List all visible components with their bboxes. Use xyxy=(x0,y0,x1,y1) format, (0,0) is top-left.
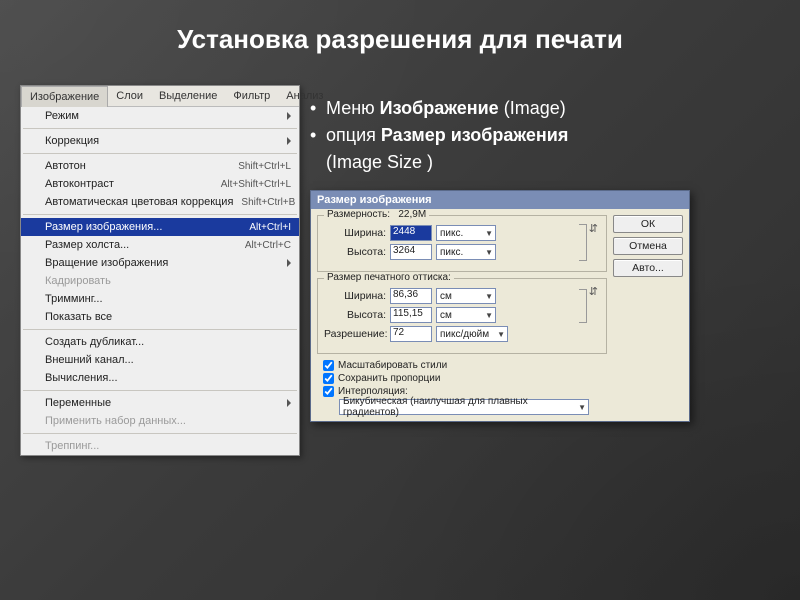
menu-shortcut: Alt+Ctrl+C xyxy=(237,240,291,251)
menubar-item-filter[interactable]: Фильтр xyxy=(225,86,278,106)
image-size-dialog: Размер изображения Размерность: 22,9M Ши… xyxy=(310,190,690,422)
menu-item[interactable]: Размер изображения... Alt+Ctrl+I xyxy=(21,218,299,236)
height-label-px: Высота: xyxy=(324,246,386,258)
menu-item-label: Показать все xyxy=(45,311,112,323)
menu-item-label: Размер изображения... xyxy=(45,221,162,233)
menu-item-label: Кадрировать xyxy=(45,275,111,287)
auto-button[interactable]: Авто... xyxy=(613,259,683,277)
print-size-legend: Размер печатного оттиска: xyxy=(324,272,454,283)
menu-separator xyxy=(23,128,297,129)
print-height-unit[interactable]: см▼ xyxy=(436,307,496,323)
menu-item-label: Тримминг... xyxy=(45,293,103,305)
menu-item-label: Автоматическая цветовая коррекция xyxy=(45,196,233,208)
interpolation-select[interactable]: Бикубическая (наилучшая для плавных град… xyxy=(339,399,589,415)
menu-item: Треппинг... xyxy=(21,437,299,455)
menu-item-label: Создать дубликат... xyxy=(45,336,144,348)
menu-item[interactable]: Коррекция xyxy=(21,132,299,150)
menu-item[interactable]: Автотон Shift+Ctrl+L xyxy=(21,157,299,175)
dimensions-value: 22,9M xyxy=(398,209,426,220)
height-label-print: Высота: xyxy=(324,309,386,321)
print-width-unit[interactable]: см▼ xyxy=(436,288,496,304)
link-icon[interactable]: ⇵ xyxy=(587,222,600,263)
slide-title: Установка разрешения для печати xyxy=(0,0,800,55)
dimensions-label: Размерность: xyxy=(327,209,390,220)
menubar-item-image[interactable]: Изображение xyxy=(21,86,108,107)
image-menu-dropdown: Изображение Слои Выделение Фильтр Анализ… xyxy=(20,85,300,456)
scale-styles-label: Масштабировать стили xyxy=(338,360,447,371)
menu-item[interactable]: Режим xyxy=(21,107,299,125)
resolution-input[interactable]: 72 xyxy=(390,326,432,342)
width-label-px: Ширина: xyxy=(324,227,386,239)
pixel-height-unit[interactable]: пикс.▼ xyxy=(436,244,496,260)
menu-item[interactable]: Показать все xyxy=(21,308,299,326)
constrain-prop-label: Сохранить пропорции xyxy=(338,373,440,384)
menu-item-label: Автотон xyxy=(45,160,86,172)
menu-separator xyxy=(23,214,297,215)
menubar: Изображение Слои Выделение Фильтр Анализ xyxy=(21,86,299,107)
pixel-dimensions-group: Размерность: 22,9M Ширина: 2448 пикс.▼ xyxy=(317,215,607,272)
menu-separator xyxy=(23,390,297,391)
menu-separator xyxy=(23,329,297,330)
menu-item-label: Размер холста... xyxy=(45,239,129,251)
pixel-height-input[interactable]: 3264 xyxy=(390,244,432,260)
menu-item[interactable]: Вычисления... xyxy=(21,369,299,387)
menu-item: Кадрировать xyxy=(21,272,299,290)
menu-item[interactable]: Вращение изображения xyxy=(21,254,299,272)
menu-item[interactable]: Размер холста... Alt+Ctrl+C xyxy=(21,236,299,254)
bullet-list: Меню Изображение (Image) опция Размер из… xyxy=(310,95,780,176)
menu-separator xyxy=(23,433,297,434)
menu-item-label: Режим xyxy=(45,110,79,122)
print-width-input[interactable]: 86,36 xyxy=(390,288,432,304)
menu-item[interactable]: Тримминг... xyxy=(21,290,299,308)
menubar-item-selection[interactable]: Выделение xyxy=(151,86,225,106)
menu-shortcut: Shift+Ctrl+B xyxy=(233,197,295,208)
resolution-unit[interactable]: пикс/дюйм▼ xyxy=(436,326,508,342)
menu-shortcut: Alt+Ctrl+I xyxy=(241,222,291,233)
menu-item[interactable]: Создать дубликат... xyxy=(21,333,299,351)
width-label-print: Ширина: xyxy=(324,290,386,302)
resolution-label: Разрешение: xyxy=(324,328,386,340)
menu-item-label: Коррекция xyxy=(45,135,99,147)
menu-item[interactable]: Автоматическая цветовая коррекцияShift+C… xyxy=(21,193,299,211)
menu-item-label: Автоконтраст xyxy=(45,178,114,190)
menu-item-label: Внешний канал... xyxy=(45,354,134,366)
bullet-2: опция Размер изображения (Image Size ) xyxy=(310,122,780,176)
menu-item[interactable]: Переменные xyxy=(21,394,299,412)
menu-shortcut: Shift+Ctrl+L xyxy=(230,161,291,172)
menu-item-label: Треппинг... xyxy=(45,440,99,452)
menu-item[interactable]: Автоконтраст Alt+Shift+Ctrl+L xyxy=(21,175,299,193)
menu-item-label: Применить набор данных... xyxy=(45,415,186,427)
menu-shortcut: Alt+Shift+Ctrl+L xyxy=(213,179,291,190)
cancel-button[interactable]: Отмена xyxy=(613,237,683,255)
constrain-prop-checkbox[interactable] xyxy=(323,373,334,384)
dialog-title: Размер изображения xyxy=(311,191,689,209)
menu-item-label: Вычисления... xyxy=(45,372,118,384)
ok-button[interactable]: ОК xyxy=(613,215,683,233)
bullet-1: Меню Изображение (Image) xyxy=(310,95,780,122)
link-icon-2[interactable]: ⇵ xyxy=(587,285,600,345)
print-height-input[interactable]: 115,15 xyxy=(390,307,432,323)
interpolation-checkbox[interactable] xyxy=(323,386,334,397)
print-size-group: Размер печатного оттиска: Ширина: 86,36 … xyxy=(317,278,607,354)
menu-separator xyxy=(23,153,297,154)
menu-item-label: Переменные xyxy=(45,397,111,409)
scale-styles-checkbox[interactable] xyxy=(323,360,334,371)
menu-item: Применить набор данных... xyxy=(21,412,299,430)
pixel-width-input[interactable]: 2448 xyxy=(390,225,432,241)
menu-item-label: Вращение изображения xyxy=(45,257,168,269)
pixel-width-unit[interactable]: пикс.▼ xyxy=(436,225,496,241)
menubar-item-layers[interactable]: Слои xyxy=(108,86,151,106)
menu-item[interactable]: Внешний канал... xyxy=(21,351,299,369)
